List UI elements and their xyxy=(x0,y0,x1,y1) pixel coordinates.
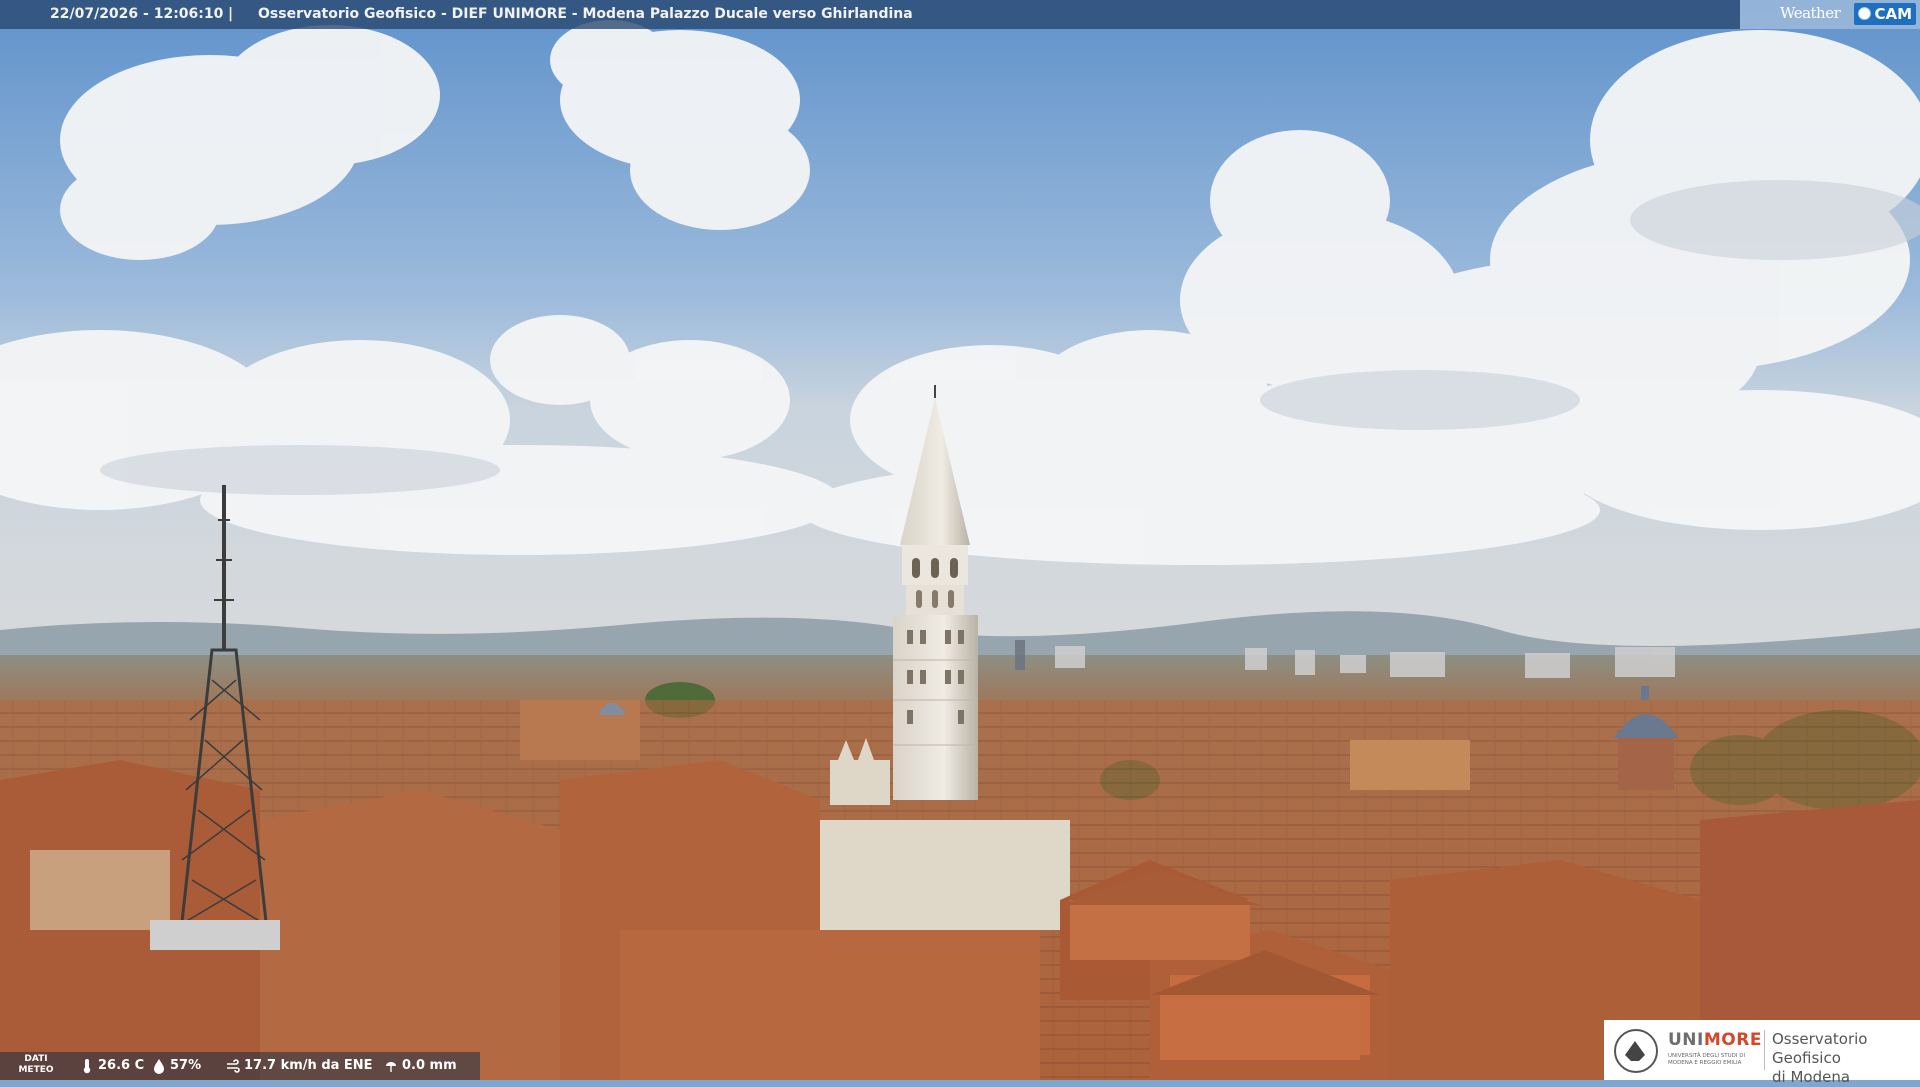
weathercam-cam-text: CAM xyxy=(1874,5,1912,23)
unimore-brand: UNIMORE xyxy=(1668,1030,1762,1050)
weather-data-strip: DATI METEO 26.6 C 57% 17.7 km/h da ENE 0… xyxy=(0,1052,480,1080)
temperature-reading: 26.6 C xyxy=(80,1052,144,1080)
lens-icon xyxy=(1858,7,1872,20)
weathercam-logo: Weather CAM xyxy=(1740,0,1920,29)
logo-divider xyxy=(1764,1030,1765,1070)
weather-data-label-line1: DATI xyxy=(24,1054,48,1064)
unimore-subtitle: UNIVERSITÀ DEGLI STUDI DI MODENA E REGGI… xyxy=(1668,1053,1746,1066)
thermometer-icon xyxy=(83,1059,91,1074)
humidity-value: 57% xyxy=(170,1058,202,1073)
rain-value: 0.0 mm xyxy=(402,1058,457,1073)
caption-bar: 22/07/2026 - 12:06:10 | Osservatorio Geo… xyxy=(0,0,1740,29)
weathercam-logo-text: Weather xyxy=(1780,4,1841,22)
humidity-reading: 57% xyxy=(152,1052,201,1080)
unimore-brand-accent: MORE xyxy=(1703,1030,1762,1050)
weather-data-label-line2: METEO xyxy=(18,1065,54,1075)
observatory-name: Osservatorio Geofisico di Modena xyxy=(1772,1030,1920,1087)
caption-separator: | xyxy=(228,6,234,22)
temperature-value: 26.6 C xyxy=(98,1058,145,1073)
timestamp: 22/07/2026 - 12:06:10 xyxy=(50,6,224,22)
rain-icon xyxy=(386,1062,396,1072)
camera-caption: Osservatorio Geofisico - DIEF UNIMORE - … xyxy=(258,6,913,22)
unimore-brand-prefix: UNI xyxy=(1668,1030,1704,1050)
rain-reading: 0.0 mm xyxy=(384,1052,457,1080)
unimore-logo: UNIMORE UNIVERSITÀ DEGLI STUDI DI MODENA… xyxy=(1604,1020,1920,1086)
weather-data-label: DATI METEO xyxy=(14,1054,58,1076)
webcam-image xyxy=(0,0,1920,1080)
wind-icon xyxy=(227,1059,240,1073)
observatory-name-line2: di Modena xyxy=(1772,1068,1851,1086)
wind-reading: 17.7 km/h da ENE xyxy=(226,1052,373,1080)
university-seal-icon xyxy=(1614,1029,1658,1073)
observatory-name-line1: Osservatorio Geofisico xyxy=(1772,1030,1868,1067)
weathercam-cam-badge: CAM xyxy=(1854,3,1916,25)
humidity-drop-icon xyxy=(154,1059,164,1074)
wind-value: 17.7 km/h da ENE xyxy=(244,1058,373,1073)
